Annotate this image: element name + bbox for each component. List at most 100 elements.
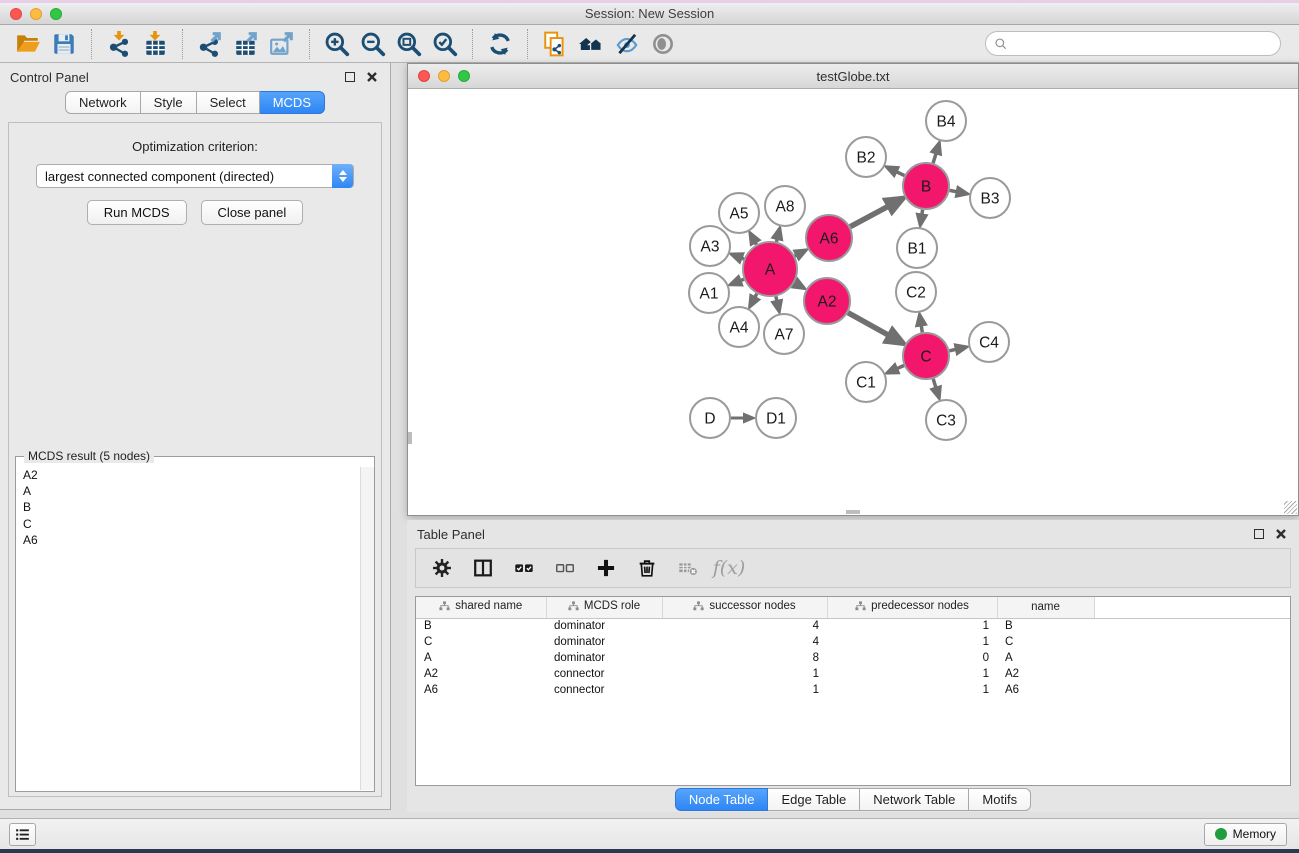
node-A5[interactable]: A5 (719, 193, 759, 233)
export-network-icon[interactable] (195, 29, 225, 59)
tab-node-table[interactable]: Node Table (675, 788, 769, 811)
node-B2[interactable]: B2 (846, 137, 886, 177)
zoom-selected-icon[interactable] (430, 29, 460, 59)
mcds-result-list[interactable]: A2ABCA6 (17, 467, 359, 790)
search-field[interactable] (985, 31, 1281, 56)
edge-B-B1[interactable] (920, 210, 922, 225)
optimization-criterion-select[interactable]: largest connected component (directed) (36, 164, 354, 188)
open-file-icon[interactable] (13, 29, 43, 59)
edge-A-A3[interactable] (732, 254, 744, 259)
network-canvas[interactable]: B4B2BB3A8A5A6A3B1AA1C2A2A4A7C4CC1C3DD1 (408, 89, 1298, 515)
edge-A6-B[interactable] (850, 198, 903, 226)
edge-A-A2[interactable] (794, 283, 804, 289)
node-D[interactable]: D (690, 398, 730, 438)
network-window-titlebar[interactable]: testGlobe.txt (408, 64, 1298, 89)
node-B4[interactable]: B4 (926, 101, 966, 141)
export-image-icon[interactable] (267, 29, 297, 59)
mcds-result-item[interactable]: A (17, 483, 359, 499)
cybrowser-home-icon[interactable] (576, 29, 606, 59)
edge-C-C3[interactable] (933, 379, 939, 398)
column-header-successor-nodes[interactable]: successor nodes (662, 597, 827, 618)
edge-A-A1[interactable] (730, 279, 744, 284)
search-input[interactable] (1013, 37, 1280, 51)
edge-C-C4[interactable] (949, 347, 966, 351)
export-table-icon[interactable] (231, 29, 261, 59)
float-panel-icon[interactable] (342, 69, 358, 85)
node-A3[interactable]: A3 (690, 226, 730, 266)
tab-network[interactable]: Network (65, 91, 141, 114)
tab-motifs[interactable]: Motifs (969, 788, 1031, 811)
run-mcds-button[interactable]: Run MCDS (87, 200, 187, 225)
edge-B-B3[interactable] (950, 190, 968, 193)
table-row[interactable]: A2connector11A2 (416, 666, 1290, 682)
task-history-button[interactable] (9, 823, 36, 846)
mcds-result-item[interactable]: A2 (17, 467, 359, 483)
memory-button[interactable]: Memory (1204, 823, 1287, 846)
horizontal-scroll-mark[interactable] (846, 510, 860, 514)
column-header-predecessor-nodes[interactable]: predecessor nodes (827, 597, 997, 618)
toggle-graphics-details-icon[interactable] (612, 29, 642, 59)
float-table-panel-icon[interactable] (1251, 526, 1267, 542)
zoom-fit-icon[interactable] (394, 29, 424, 59)
import-network-icon[interactable] (104, 29, 134, 59)
node-C2[interactable]: C2 (896, 272, 936, 312)
tab-style[interactable]: Style (141, 91, 197, 114)
edge-A-A8[interactable] (777, 228, 780, 241)
column-header-MCDS-role[interactable]: MCDS role (546, 597, 662, 618)
duplicate-network-icon[interactable] (540, 29, 570, 59)
table-row[interactable]: Adominator80A (416, 650, 1290, 666)
zoom-in-icon[interactable] (322, 29, 352, 59)
node-D1[interactable]: D1 (756, 398, 796, 438)
table-row[interactable]: A6connector11A6 (416, 682, 1290, 698)
node-C4[interactable]: C4 (969, 322, 1009, 362)
select-all-columns-icon[interactable] (512, 556, 536, 580)
node-A6[interactable]: A6 (806, 215, 852, 261)
tab-mcds[interactable]: MCDS (260, 91, 325, 114)
close-table-panel-icon[interactable] (1273, 526, 1289, 542)
table-row[interactable]: Cdominator41C (416, 634, 1290, 650)
node-A2[interactable]: A2 (804, 278, 850, 324)
node-A[interactable]: A (743, 242, 797, 296)
node-C[interactable]: C (903, 333, 949, 379)
node-B1[interactable]: B1 (897, 228, 937, 268)
edge-C-C2[interactable] (920, 315, 923, 333)
mcds-result-item[interactable]: C (17, 516, 359, 532)
import-table-icon[interactable] (140, 29, 170, 59)
delete-columns-icon[interactable] (635, 556, 659, 580)
mcds-result-item[interactable]: B (17, 499, 359, 515)
table-settings-gear-icon[interactable] (430, 556, 454, 580)
table-row[interactable]: Bdominator41B (416, 618, 1290, 634)
edge-B-B2[interactable] (887, 167, 905, 176)
zoom-out-icon[interactable] (358, 29, 388, 59)
function-builder-icon[interactable]: f(x) (717, 556, 741, 580)
close-panel-icon[interactable] (364, 69, 380, 85)
deselect-all-columns-icon[interactable] (553, 556, 577, 580)
edge-B-B4[interactable] (933, 143, 939, 163)
node-A1[interactable]: A1 (689, 273, 729, 313)
vertical-scroll-mark[interactable] (408, 432, 412, 444)
save-session-icon[interactable] (49, 29, 79, 59)
window-resize-grip[interactable] (1284, 501, 1297, 514)
edge-A-A5[interactable] (750, 233, 756, 244)
tab-network-table[interactable]: Network Table (860, 788, 969, 811)
edge-A-A7[interactable] (776, 296, 779, 311)
tab-edge-table[interactable]: Edge Table (768, 788, 860, 811)
node-B[interactable]: B (903, 163, 949, 209)
edge-A-A4[interactable] (750, 294, 757, 307)
column-header-name[interactable]: name (997, 597, 1094, 618)
add-column-icon[interactable] (594, 556, 618, 580)
delete-table-icon[interactable] (676, 556, 700, 580)
node-A8[interactable]: A8 (765, 186, 805, 226)
show-graphics-details-icon[interactable] (648, 29, 678, 59)
node-A4[interactable]: A4 (719, 307, 759, 347)
show-columns-icon[interactable] (471, 556, 495, 580)
edge-A-A6[interactable] (795, 250, 806, 256)
node-C1[interactable]: C1 (846, 362, 886, 402)
apply-layout-icon[interactable] (485, 29, 515, 59)
node-A7[interactable]: A7 (764, 314, 804, 354)
column-header-shared-name[interactable]: shared name (416, 597, 546, 618)
tab-select[interactable]: Select (197, 91, 260, 114)
edge-C-C1[interactable] (887, 366, 904, 373)
mcds-result-item[interactable]: A6 (17, 532, 359, 548)
close-panel-button[interactable]: Close panel (201, 200, 304, 225)
